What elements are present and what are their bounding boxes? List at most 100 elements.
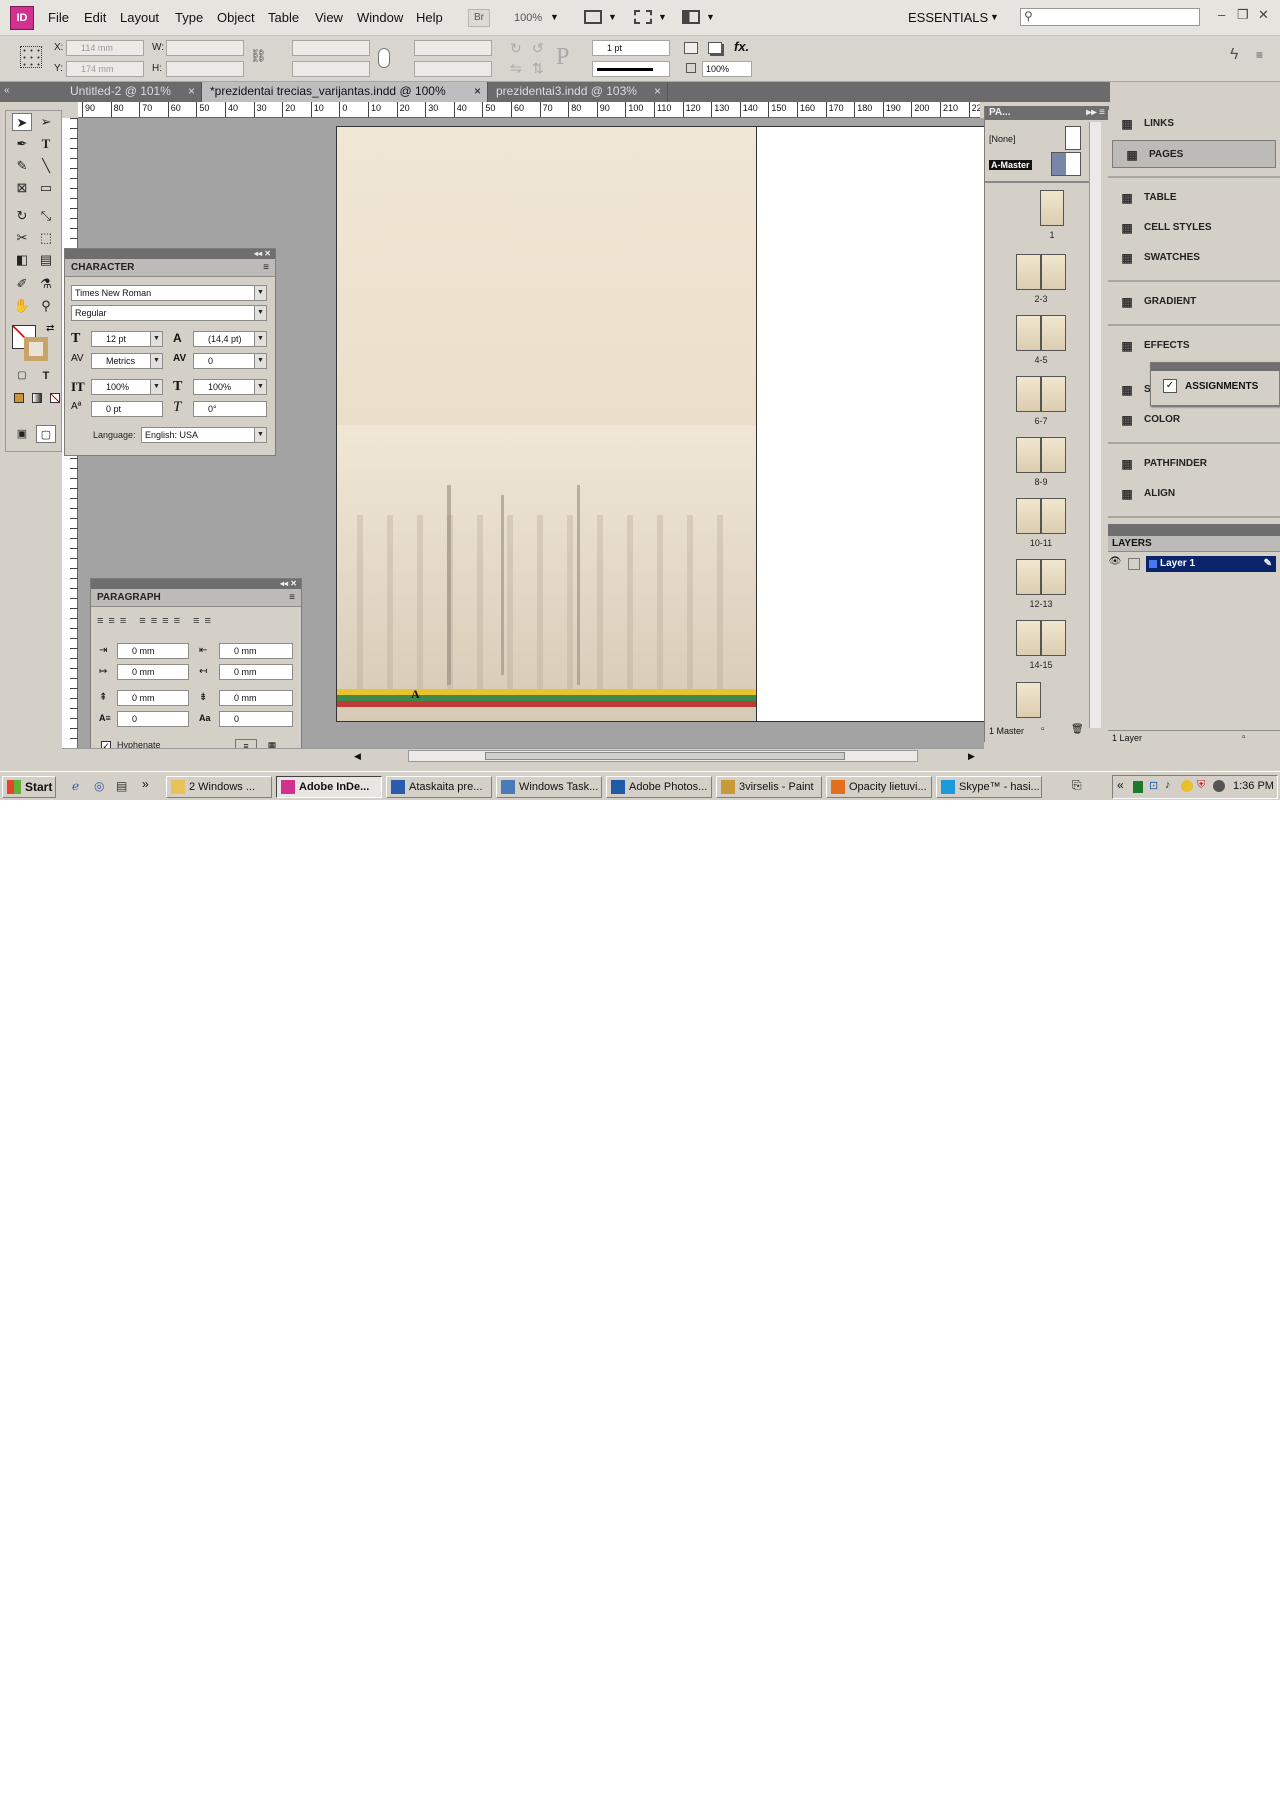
pages-panel-title[interactable]: PA... ▸▸ ≡ <box>985 106 1109 120</box>
baseline-shift-field[interactable]: 0 pt <box>91 401 163 417</box>
new-page-icon[interactable]: ▫ <box>1041 724 1045 735</box>
page-thumb-right[interactable] <box>1041 315 1066 351</box>
arrange-dropdown-icon[interactable]: ▼ <box>706 12 715 22</box>
stroke-swatch[interactable] <box>24 337 48 361</box>
dock-align[interactable]: ▦ ALIGN <box>1108 480 1280 508</box>
line-tool-icon[interactable]: ╲ <box>36 157 56 175</box>
font-style-select[interactable]: Regular ▼ <box>71 305 267 321</box>
page-spread-thumb[interactable] <box>1016 498 1066 534</box>
drop-cap-chars-field[interactable]: 0 <box>219 711 293 727</box>
dock-effects[interactable]: ▦ EFFECTS <box>1108 332 1280 360</box>
constrain-proportions-icon[interactable]: ⛓ <box>250 48 267 64</box>
page-thumb-right[interactable] <box>1041 437 1066 473</box>
tray-app-icon[interactable] <box>1133 781 1143 793</box>
tab-prezidentai-trecias[interactable]: *prezidentai trecias_varijantas.indd @ 1… <box>202 82 488 102</box>
collapse-toolbox-icon[interactable]: « <box>4 85 10 96</box>
kerning-field[interactable]: Metrics ▼ <box>91 353 163 369</box>
page-navigation-icon[interactable]: ◀ <box>354 751 364 761</box>
page-spread-thumb[interactable] <box>1016 254 1066 290</box>
tray-sync-icon[interactable] <box>1213 780 1225 792</box>
taskbar-button[interactable]: Opacity lietuvi... <box>826 776 932 798</box>
tray-expand-icon[interactable]: « <box>1117 778 1124 792</box>
space-after-field[interactable]: 0 mm <box>219 690 293 706</box>
menu-type[interactable]: Type <box>175 10 203 25</box>
page-thumb-last[interactable] <box>1016 682 1041 718</box>
y-field[interactable]: 174 mm <box>66 61 144 77</box>
page-spread-thumb[interactable] <box>1016 620 1066 656</box>
taskbar-button[interactable]: Ataskaita pre... <box>386 776 492 798</box>
scale-tool-icon[interactable]: ⤡ <box>36 207 56 225</box>
screen-mode-dropdown-icon[interactable]: ▼ <box>658 12 667 22</box>
rectangle-frame-tool-icon[interactable]: ⊠ <box>12 179 32 197</box>
shadow-toggle-icon[interactable] <box>708 42 722 54</box>
none-master[interactable]: [None] <box>989 134 1016 144</box>
assignments-panel[interactable]: ✓ ASSIGNMENTS <box>1150 362 1280 406</box>
eye-icon[interactable]: 👁 <box>1108 556 1122 572</box>
leading-field[interactable]: (14,4 pt) ▼ <box>193 331 267 347</box>
delete-page-icon[interactable]: 🗑 <box>1071 724 1084 735</box>
taskbar-button[interactable]: 2 Windows ... <box>166 776 272 798</box>
gradient-swatch-tool-icon[interactable]: ◧ <box>12 251 32 269</box>
w-field[interactable] <box>166 40 244 56</box>
pencil-tool-icon[interactable]: ✎ <box>12 157 32 175</box>
page-spread-thumb[interactable] <box>1016 376 1066 412</box>
new-layer-icon[interactable]: ▫ <box>1242 732 1246 743</box>
tab-prezidentai3[interactable]: prezidentai3.indd @ 103% × <box>488 82 668 102</box>
h-field[interactable] <box>166 61 244 77</box>
shear-field[interactable] <box>414 61 492 77</box>
minimize-button[interactable]: – <box>1218 7 1225 22</box>
page-spread-left[interactable]: A <box>336 126 757 722</box>
reference-point-icon[interactable] <box>20 46 42 68</box>
font-family-select[interactable]: Times New Roman ▼ <box>71 285 267 301</box>
drop-cap-lines-field[interactable]: 0 <box>117 711 189 727</box>
dock-cell-styles[interactable]: ▦ CELL STYLES <box>1108 214 1280 242</box>
skew-field[interactable]: 0° <box>193 401 267 417</box>
layer-row[interactable]: Layer 1 ✎ <box>1146 556 1276 572</box>
dock-color[interactable]: ▦ COLOR <box>1108 406 1280 434</box>
constrain-scale-icon[interactable] <box>378 48 390 68</box>
right-indent-field[interactable]: 0 mm <box>219 643 293 659</box>
menu-object[interactable]: Object <box>217 10 255 25</box>
taskbar-button[interactable]: Windows Task... <box>496 776 602 798</box>
page-thumb-left[interactable] <box>1016 437 1041 473</box>
close-icon[interactable]: × <box>654 82 661 101</box>
taskbar-lang-icon[interactable]: ⎘ <box>1072 778 1082 793</box>
dock-pathfinder[interactable]: ▦ PATHFINDER <box>1108 450 1280 478</box>
a-master-thumb[interactable] <box>1051 152 1081 176</box>
page-spread-thumb[interactable] <box>1016 437 1066 473</box>
alignment-buttons[interactable]: ≡≡≡ ≡≡≡≡ ≡≡ <box>97 615 295 631</box>
fx-icon[interactable]: fx. <box>734 39 749 54</box>
font-size-field[interactable]: 12 pt ▼ <box>91 331 163 347</box>
dock-table[interactable]: ▦ TABLE <box>1108 184 1280 212</box>
menu-edit[interactable]: Edit <box>84 10 106 25</box>
horizontal-scrollbar[interactable] <box>408 750 918 762</box>
eyedropper-tool-icon[interactable]: ⚗ <box>36 275 56 293</box>
zoom-level[interactable]: 100% <box>514 12 542 24</box>
free-transform-tool-icon[interactable]: ⬚ <box>36 229 56 247</box>
layers-drag-bar[interactable] <box>1108 524 1280 536</box>
view-options-dropdown-icon[interactable]: ▼ <box>608 12 617 22</box>
flip-horizontal-icon[interactable]: ⇋ <box>510 60 522 77</box>
zoom-tool-icon[interactable]: ⚲ <box>36 297 56 315</box>
page-thumb-left[interactable] <box>1016 315 1041 351</box>
horizontal-scale-field[interactable]: 100% ▼ <box>193 379 267 395</box>
opacity-field[interactable]: 100% <box>702 61 752 77</box>
lock-toggle[interactable] <box>1128 558 1140 570</box>
page-thumb-right[interactable] <box>1041 254 1066 290</box>
close-icon[interactable]: × <box>474 82 481 101</box>
rotate-cw-icon[interactable]: ↻ <box>510 40 522 57</box>
panel-menu-icon[interactable]: ▸▸ ≡ <box>1086 106 1105 120</box>
scroll-thumb[interactable] <box>485 752 845 760</box>
flip-vertical-icon[interactable]: ⇅ <box>532 60 544 77</box>
apply-none-icon[interactable] <box>50 393 60 403</box>
menu-table[interactable]: Table <box>268 10 299 25</box>
workspace-switcher[interactable]: ESSENTIALS <box>908 10 988 25</box>
character-panel-header[interactable]: CHARACTER ≡ <box>65 259 275 277</box>
help-search-input[interactable]: ⚲ <box>1020 8 1200 26</box>
horizontal-ruler[interactable]: 90 80 70 60 50 40 30 20 10 0 10 20 30 40 50 60 70 80 90 100… <box>78 102 980 118</box>
rectangle-tool-icon[interactable]: ▭ <box>36 179 56 197</box>
drop-shadow-icon[interactable] <box>684 42 698 54</box>
network-icon[interactable]: ⊡ <box>1149 779 1158 792</box>
tracking-field[interactable]: 0 ▼ <box>193 353 267 369</box>
paragraph-panel-header[interactable]: PARAGRAPH ≡ <box>91 589 301 607</box>
